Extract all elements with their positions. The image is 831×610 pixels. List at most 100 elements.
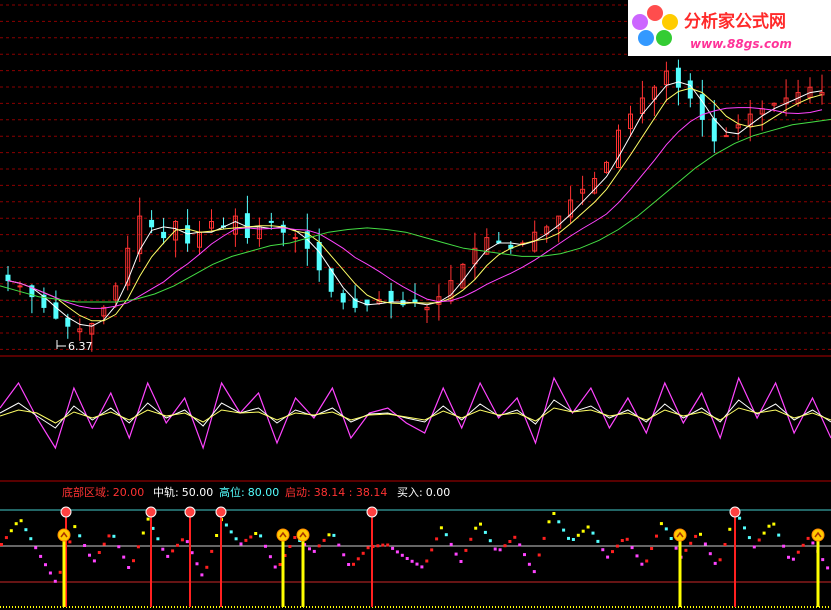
signal-step [591,531,595,535]
signal-step [141,531,145,535]
signal-step [713,561,717,565]
signal-step [102,542,106,546]
signal-step [635,554,639,558]
candle-body [292,237,298,240]
signal-step [376,544,380,548]
signal-step [166,554,170,558]
signal-step [655,534,658,538]
brand-name: 分析家公式网 [684,11,786,32]
signal-step [479,522,482,526]
signal-step [234,537,238,541]
signal-step [68,540,72,544]
low-price-label: 6.37 [68,340,93,353]
signal-step [640,562,644,566]
signal-step [293,536,297,539]
signal-step [425,559,429,563]
candle-body [723,135,729,138]
signal-step [48,571,52,575]
signal-step [728,527,732,531]
candle-body [65,317,71,327]
signal-step [562,528,566,532]
signal-step [205,565,209,569]
sell-signal-marker [366,506,378,518]
candle-body [149,219,155,228]
signal-step [567,536,570,540]
candle-body [711,118,717,142]
signal-step [395,550,399,554]
signal-step [630,546,634,550]
signal-step [39,554,43,558]
signal-step [254,532,258,535]
candle-body [687,80,693,99]
signal-panel [0,506,831,608]
low-price-marker: 6.37 [56,340,93,353]
signal-step [337,543,341,547]
signal-step [527,562,531,566]
signal-step [430,548,434,552]
signal-step [650,547,654,550]
signal-step [273,565,277,569]
signal-step [576,533,580,537]
signal-step [278,563,282,566]
signal-step [694,534,698,538]
sell-signal-marker [145,506,157,518]
signal-step [58,570,62,574]
candle-body [388,290,394,303]
signal-step [92,559,96,563]
signal-step [239,542,243,546]
signal-step [620,539,624,542]
signal-step [669,537,673,540]
signal-step [88,553,91,557]
signal-step [127,566,131,569]
signal-step [723,543,727,546]
signal-step [381,543,385,547]
signal-step [659,522,663,526]
oscillator-series-line [0,407,831,424]
signal-step [689,541,693,545]
buy-signal-marker [811,528,825,542]
signal-step [542,536,546,540]
signal-step [146,517,150,521]
signal-step [400,553,404,557]
signal-step [347,563,351,566]
signal-step [83,544,87,547]
signal-step [532,570,536,574]
signal-step [503,544,507,548]
buy-signal-marker [296,528,310,542]
signal-step [34,546,38,550]
signal-step [571,538,575,541]
signal-step [14,522,18,526]
oscillator-panel [0,376,831,450]
signal-step [249,535,253,539]
signal-step [352,562,355,566]
signal-step [586,525,590,529]
signal-step [757,538,761,542]
signal-step [156,537,160,541]
signal-step [718,558,722,562]
signal-step [537,553,541,557]
signal-step [97,551,101,554]
signal-step [518,543,522,547]
signal-step [107,534,111,538]
signal-step [288,545,292,548]
signal-step [459,560,463,563]
signal-step [787,555,790,559]
signal-step [469,537,473,541]
signal-step [777,533,781,537]
signal-step [9,529,13,533]
signal-step [464,548,468,552]
signal-step [684,548,688,552]
candle-body [675,67,681,88]
price-panel [0,4,831,352]
signal-step [410,559,414,563]
signal-step [53,579,57,583]
signal-step [488,539,492,543]
signal-step [195,562,199,566]
candle-body [244,213,250,238]
signal-step [444,533,448,537]
signal-step [552,512,556,515]
signal-step [474,526,478,530]
buy-signal-marker [57,528,71,542]
signal-step [215,534,219,537]
signal-step [224,523,228,527]
